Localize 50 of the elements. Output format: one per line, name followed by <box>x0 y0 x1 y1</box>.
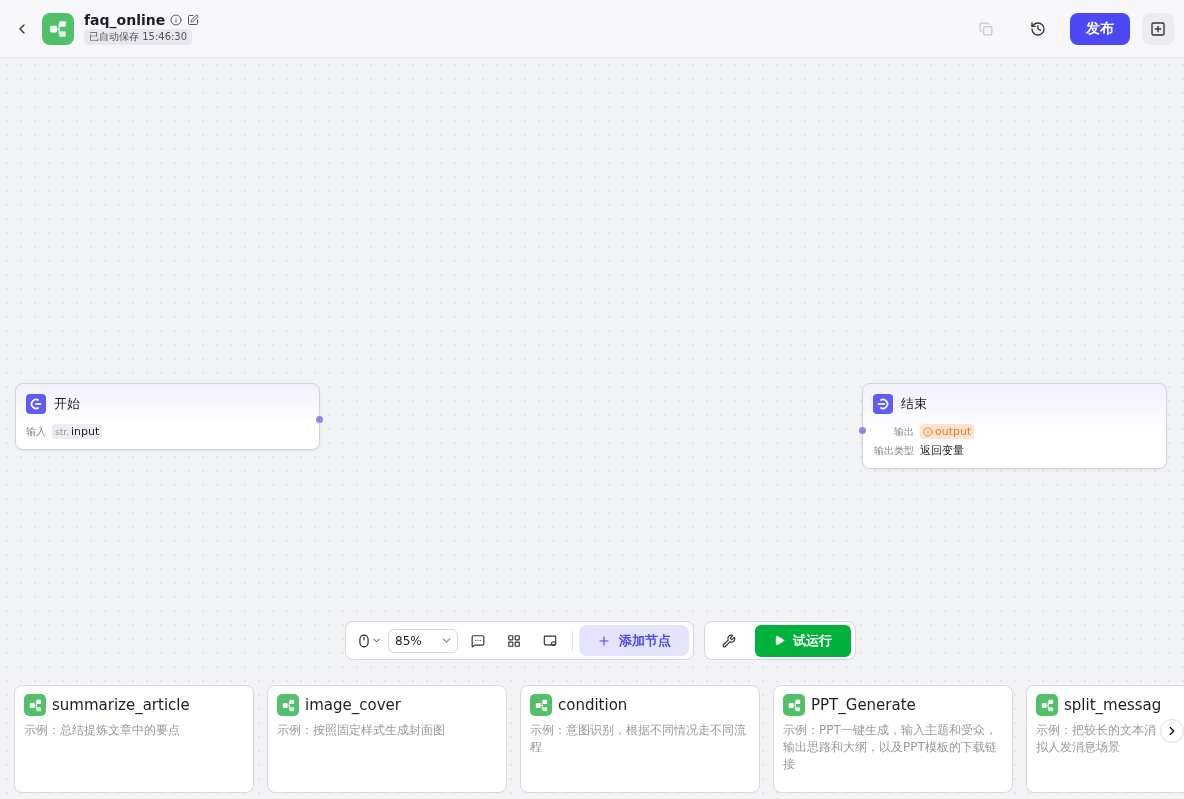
add-square-icon <box>1150 20 1166 37</box>
grid-icon <box>507 633 521 648</box>
start-node-icon <box>26 394 46 414</box>
node-title: 开始 <box>54 395 80 413</box>
template-title: PPT_Generate <box>811 696 916 714</box>
template-description: 示例：PPT一键生成，输入主题和受众，输出思路和大纲，以及PPT模板的下载链接 <box>783 722 998 773</box>
field-value: 返回变量 <box>920 443 964 458</box>
template-title: image_cover <box>305 696 401 714</box>
field-label: 输出类型 <box>874 443 914 458</box>
field-label: 输出 <box>894 424 914 439</box>
history-icon <box>1030 20 1046 37</box>
edit-icon[interactable] <box>187 14 200 26</box>
template-card[interactable]: condition 示例：意图识别，根据不同情况走不同流程 <box>520 685 760 793</box>
variable-tag: str. input <box>52 424 103 439</box>
zoom-select[interactable]: 85% <box>388 628 458 653</box>
connection-port[interactable] <box>316 416 323 423</box>
info-icon[interactable] <box>170 14 183 26</box>
template-title: condition <box>558 696 628 714</box>
plus-icon <box>597 633 611 648</box>
field-label: 输入 <box>26 424 46 439</box>
autosave-status: 已自动保存 15:46:30 <box>84 29 193 45</box>
template-card[interactable]: split_messag 示例：把较长的文本消 拟人发消息场景 <box>1026 685 1184 793</box>
start-node[interactable]: 开始 输入 str. input <box>15 383 320 450</box>
copy-icon <box>979 21 993 36</box>
template-description: 示例：按照固定样式生成封面图 <box>277 722 446 739</box>
mouse-icon <box>356 633 371 648</box>
template-card[interactable]: image_cover 示例：按照固定样式生成封面图 <box>267 685 507 793</box>
end-node[interactable]: 结束 输出 output 输出类型 返回变量 <box>862 383 1167 469</box>
template-description: 拟人发消息场景 <box>1036 739 1120 756</box>
flow-icon <box>49 19 67 38</box>
connection-port[interactable] <box>859 427 866 434</box>
workflow-title: faq_online <box>84 12 166 28</box>
template-description: 示例：意图识别，根据不同情况走不同流程 <box>530 722 747 756</box>
template-card[interactable]: summarize_article 示例：总结提炼文章中的要点 <box>14 685 254 793</box>
duplicate-button[interactable] <box>1142 12 1174 45</box>
template-description: 示例：把较长的文本消 <box>1036 722 1156 739</box>
publish-button[interactable]: 发布 <box>1070 12 1130 45</box>
comment-icon <box>471 633 485 648</box>
minimap-icon <box>543 633 557 648</box>
template-card[interactable]: PPT_Generate 示例：PPT一键生成，输入主题和受众，输出思路和大纲，以及PPT模板的下载链接 <box>773 685 1013 793</box>
variable-tag: output <box>920 424 975 439</box>
template-description: 示例：总结提炼文章中的要点 <box>24 722 181 739</box>
wrench-icon <box>722 633 736 648</box>
template-title: split_messag <box>1064 696 1162 714</box>
add-node-button[interactable]: 添加节点 <box>579 625 689 656</box>
play-icon <box>774 635 785 646</box>
template-title: summarize_article <box>52 696 190 714</box>
end-node-icon <box>873 394 893 414</box>
warning-icon <box>923 426 933 437</box>
node-title: 结束 <box>901 395 927 413</box>
